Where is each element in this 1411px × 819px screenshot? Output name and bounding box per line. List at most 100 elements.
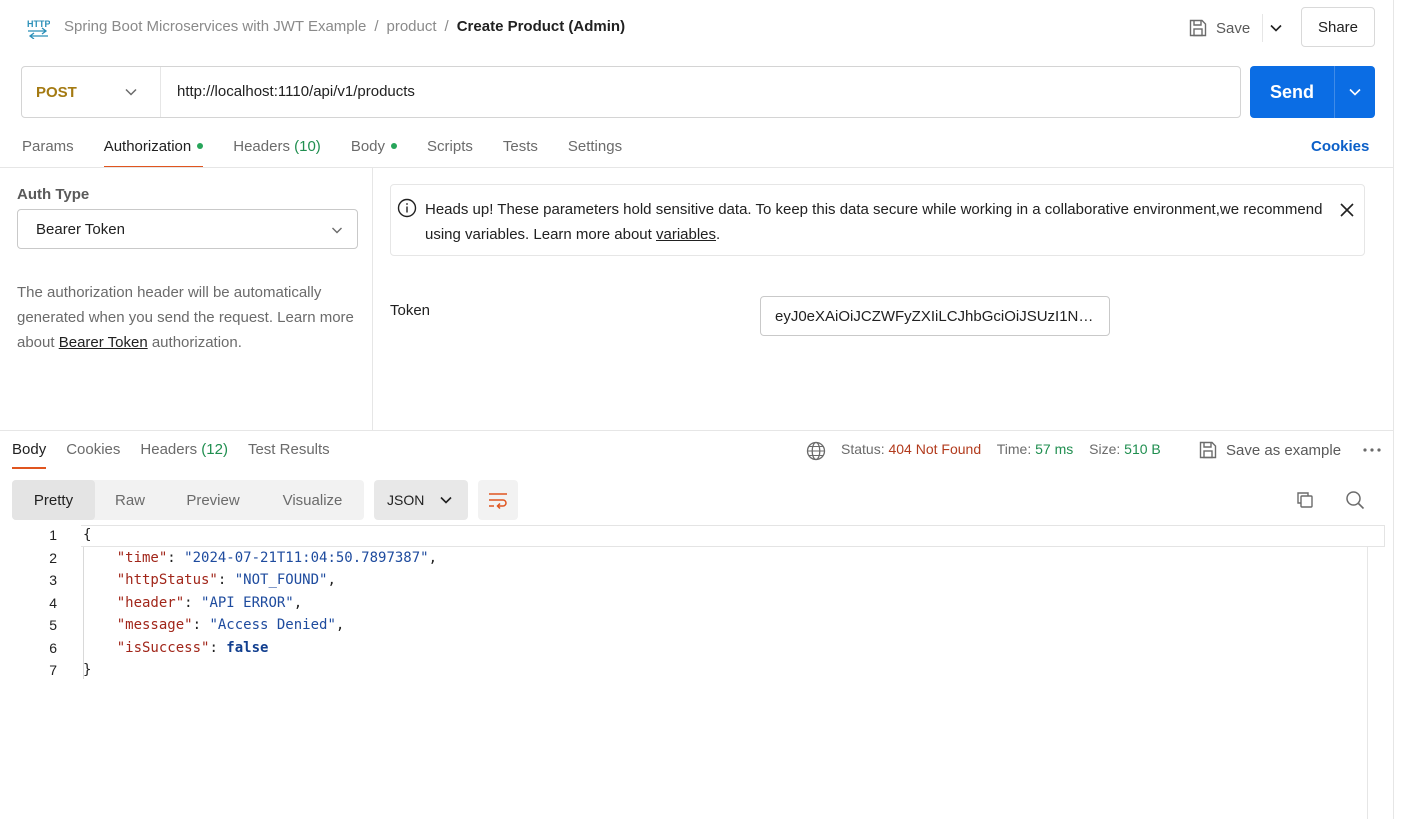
tab-settings[interactable]: Settings [568,138,622,168]
json-punctuation [83,550,117,566]
size-info[interactable]: Size: 510 B [1089,441,1161,457]
info-icon [397,198,417,218]
floppy-disk-icon [1199,441,1217,459]
breadcrumb-request-name[interactable]: Create Product (Admin) [457,18,625,35]
share-button[interactable]: Share [1301,7,1375,47]
notice-message: Heads up! These parameters hold sensitiv… [425,201,1323,243]
status-info[interactable]: Status: 404 Not Found [841,441,981,457]
token-value: eyJ0eXAiOiJCZWFyZXIiLCJhbGciOiJSUzI1NiJ9 [775,307,1095,325]
more-options-icon[interactable] [1363,448,1381,452]
copy-icon[interactable] [1295,490,1315,510]
code-line: 2 "time": "2024-07-21T11:04:50.7897387", [0,548,1393,570]
json-punctuation: : [167,549,185,566]
tab-scripts[interactable]: Scripts [427,138,473,168]
method-label: POST [36,83,77,101]
json-punctuation: , [327,572,336,588]
tab-authorization[interactable]: Authorization [103,138,204,168]
breadcrumb-separator: / [374,18,379,35]
tab-tests[interactable]: Tests [503,138,538,168]
code-text: "httpStatus": "NOT_FOUND", [83,572,336,588]
search-icon[interactable] [1345,490,1365,510]
token-label: Token [390,302,431,319]
tab-label: Body [350,138,386,155]
json-punctuation: { [83,527,92,543]
tab-body[interactable]: Body [350,138,398,168]
code-text: { [83,527,91,543]
response-tab-headers[interactable]: Headers (12) [140,441,228,469]
view-visualize-button[interactable]: Visualize [261,480,364,520]
response-tabs: Body Cookies Headers (12) Test Results [12,441,350,469]
send-button[interactable]: Send [1250,66,1334,118]
json-punctuation [83,617,117,633]
json-string: "Access Denied" [209,617,336,633]
cookies-link[interactable]: Cookies [1311,138,1369,155]
response-tab-test-results[interactable]: Test Results [248,441,330,469]
save-button[interactable]: Save [1186,18,1256,38]
notice-text: Heads up! These parameters hold sensitiv… [425,197,1325,247]
url-input[interactable]: http://localhost:1110/api/v1/products [177,83,415,100]
http-request-icon: HTTP [27,19,50,39]
json-string: "2024-07-21T11:04:50.7897387" [184,549,429,566]
time-info[interactable]: Time: 57 ms [997,441,1074,457]
view-mode-toggle: Pretty Raw Preview Visualize [12,480,364,520]
view-pretty-button[interactable]: Pretty [12,480,95,520]
json-punctuation: , [293,594,303,611]
line-number: 6 [49,639,57,656]
save-options-button[interactable] [1262,14,1288,42]
save-label: Save [1216,19,1251,37]
line-number: 7 [49,662,57,678]
breadcrumb-collection[interactable]: Spring Boot Microservices with JWT Examp… [64,18,366,35]
variables-link[interactable]: variables [656,226,716,243]
tab-headers[interactable]: Headers (10) [233,138,321,168]
breadcrumb-separator: / [444,18,449,35]
view-raw-button[interactable]: Raw [95,480,165,520]
tab-label: Scripts [427,138,473,155]
active-dot-indicator [197,143,204,150]
auth-type-value: Bearer Token [36,221,125,238]
globe-icon[interactable] [806,441,826,461]
line-number: 3 [49,572,57,588]
tab-label: Test Results [247,441,330,458]
breadcrumb-folder[interactable]: product [387,18,437,35]
auth-type-label: Auth Type [17,186,90,203]
status-label: Status: [841,441,885,457]
svg-text:HTTP: HTTP [27,19,50,29]
json-punctuation: : [217,572,235,588]
code-text: "time": "2024-07-21T11:04:50.7897387", [83,550,437,566]
save-group: Save [1186,14,1288,42]
json-punctuation [83,572,117,588]
save-as-example-label: Save as example [1226,441,1342,459]
response-format-select[interactable]: JSON [374,480,468,520]
save-as-example-button[interactable]: Save as example [1198,440,1341,460]
auth-description-text: authorization. [147,334,242,351]
response-body-viewer[interactable]: 1 {2 "time": "2024-07-21T11:04:50.7897387… [0,525,1393,819]
token-input[interactable]: eyJ0eXAiOiJCZWFyZXIiLCJhbGciOiJSUzI1NiJ9 [760,296,1110,336]
code-line: 4 "header": "API ERROR", [0,593,1393,615]
tab-params[interactable]: Params [22,138,74,168]
send-options-button[interactable] [1335,66,1375,118]
send-button-group: Send [1250,66,1375,118]
method-select[interactable]: POST [22,67,161,117]
json-punctuation [83,640,117,656]
auth-type-select[interactable]: Bearer Token [17,209,358,249]
view-preview-button[interactable]: Preview [165,480,261,520]
response-tab-body[interactable]: Body [12,441,47,469]
active-dot-indicator [391,143,398,150]
line-number: 1 [49,527,57,543]
json-key: "isSuccess" [116,639,210,656]
response-tab-cookies[interactable]: Cookies [66,441,120,469]
chevron-down-icon [1270,24,1282,32]
bearer-token-link[interactable]: Bearer Token [59,334,148,351]
close-icon[interactable] [1339,202,1355,218]
status-value: 404 Not Found [888,441,982,457]
wrap-lines-icon [489,493,507,510]
code-text: "isSuccess": false [83,639,269,656]
auth-type-panel: Auth Type Bearer Token The authorization… [0,168,373,430]
tab-label: Tests [502,138,538,155]
code-line: 7} [0,660,1393,682]
json-punctuation [83,595,117,611]
json-punctuation: : [184,594,202,611]
tab-count: (10) [294,138,321,155]
word-wrap-button[interactable] [478,480,518,520]
chevron-down-icon [125,88,137,96]
